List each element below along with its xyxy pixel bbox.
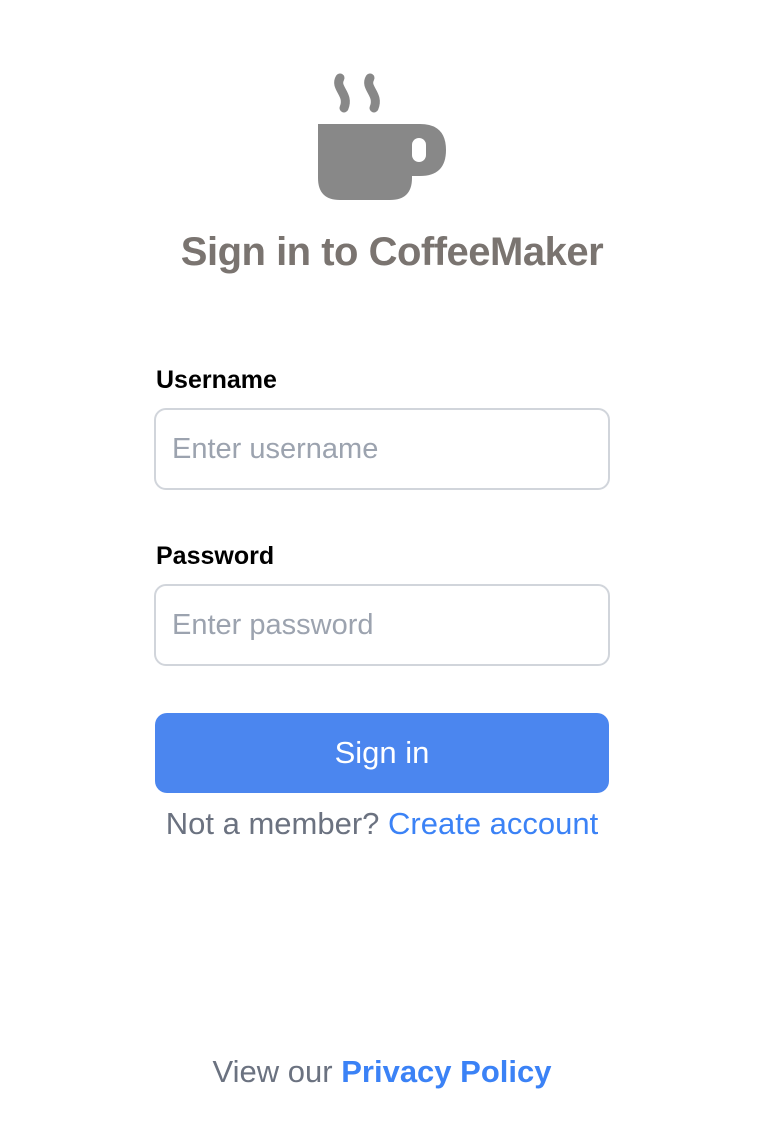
create-account-link[interactable]: Create account xyxy=(388,806,598,841)
privacy-prefix-text: View our xyxy=(212,1054,333,1089)
password-label: Password xyxy=(156,542,275,570)
privacy-footer: View our Privacy Policy xyxy=(0,1054,764,1090)
signup-prompt-line: Not a member? Create account xyxy=(0,806,764,842)
page-title: Sign in to CoffeeMaker xyxy=(180,230,604,274)
privacy-policy-link[interactable]: Privacy Policy xyxy=(341,1054,551,1089)
coffee-cup-icon xyxy=(318,73,446,200)
username-input[interactable] xyxy=(154,408,610,490)
username-label: Username xyxy=(156,366,277,394)
signup-prompt-text: Not a member? xyxy=(165,806,380,841)
sign-in-button[interactable]: Sign in xyxy=(155,713,609,793)
password-input[interactable] xyxy=(154,584,610,666)
